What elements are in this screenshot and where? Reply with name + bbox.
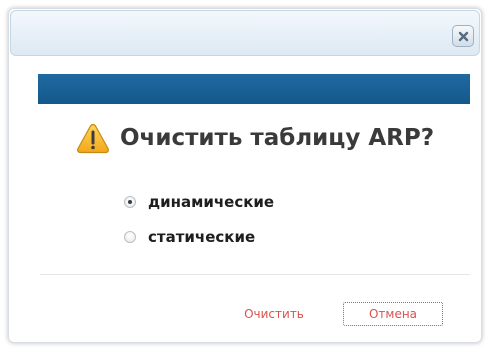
warning-triangle-icon (77, 123, 109, 154)
radio-option-dynamic[interactable]: динамические (124, 191, 274, 213)
radio-option-static[interactable]: статические (124, 226, 255, 248)
radio-dynamic[interactable] (124, 196, 136, 208)
radio-static[interactable] (124, 231, 136, 243)
dialog-titlebar (10, 10, 480, 56)
clear-button[interactable]: Очистить (226, 302, 322, 326)
separator (40, 274, 470, 275)
cancel-button[interactable]: Отмена (343, 302, 443, 326)
radio-static-label: статические (148, 228, 256, 246)
dialog (8, 8, 482, 343)
close-icon (458, 31, 468, 41)
close-button[interactable] (452, 25, 474, 47)
radio-dynamic-label: динамические (148, 193, 275, 211)
dialog-title: Очистить таблицу ARP? (120, 125, 435, 151)
header-bar (38, 74, 470, 104)
